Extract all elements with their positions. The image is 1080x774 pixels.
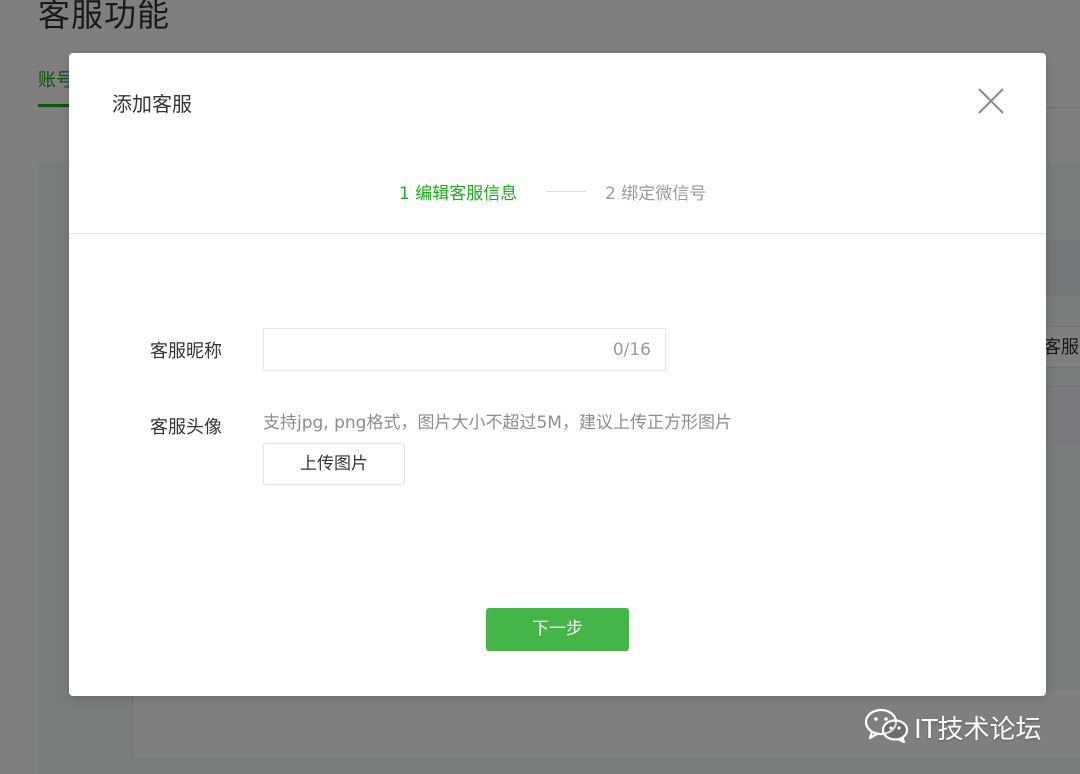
close-icon[interactable] (973, 83, 1009, 119)
char-counter: 0/16 (612, 340, 651, 360)
next-step-button[interactable]: 下一步 (486, 608, 629, 651)
avatar-label: 客服头像 (150, 417, 222, 438)
add-service-dialog: 添加客服 1 编辑客服信息 2 绑定微信号 客服昵称 0/16 客服头像 支持j… (69, 53, 1046, 696)
dialog-title: 添加客服 (112, 92, 192, 116)
avatar-hint: 支持jpg, png格式，图片大小不超过5M，建议上传正方形图片 (263, 413, 732, 433)
step-connector (546, 191, 586, 192)
nickname-label: 客服昵称 (150, 341, 222, 362)
upload-image-button[interactable]: 上传图片 (263, 443, 405, 485)
watermark-text: IT技术论坛 (914, 715, 1042, 745)
step-edit-info: 1 编辑客服信息 (399, 184, 518, 204)
dialog-divider (69, 233, 1046, 234)
step-bind-wechat: 2 绑定微信号 (605, 184, 707, 204)
step-indicator: 1 编辑客服信息 2 绑定微信号 (69, 177, 1046, 205)
nickname-input[interactable] (264, 329, 594, 370)
wechat-logo-icon (864, 708, 909, 744)
nickname-field[interactable]: 0/16 (263, 328, 666, 371)
